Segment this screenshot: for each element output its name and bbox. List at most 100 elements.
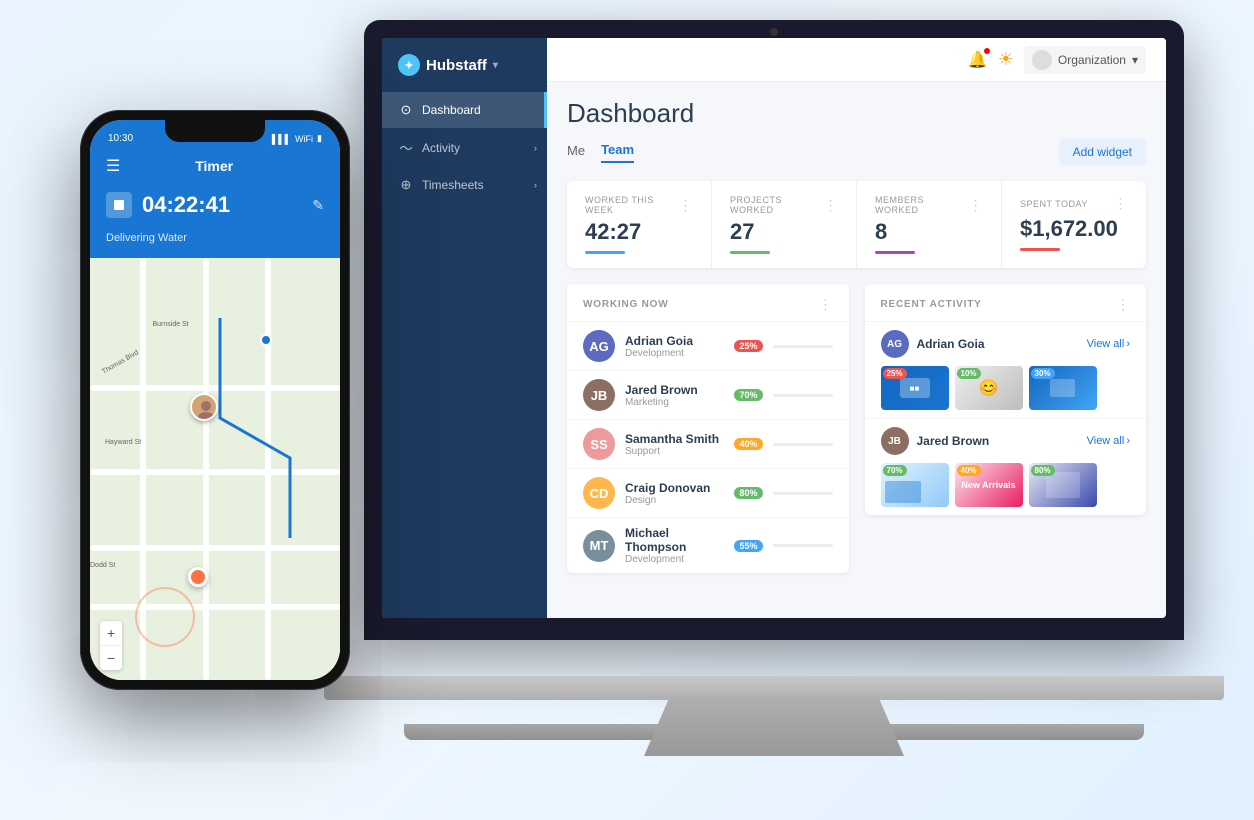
member-bar-3 (773, 492, 833, 495)
recent-activity-menu[interactable]: ⋮ (1116, 296, 1130, 313)
tab-me[interactable]: Me (567, 143, 585, 162)
phone-header: ☰ Timer (90, 148, 340, 186)
map-zoom-in[interactable]: + (100, 621, 122, 646)
phone-wifi-icon: WiFi (295, 134, 313, 144)
stat-menu-members[interactable]: ⋮ (969, 197, 984, 214)
thumb-badge-1-0: 70% (883, 465, 907, 476)
member-bar-2 (773, 443, 833, 446)
activity-person-1: JB Jared Brown View all › (865, 418, 1147, 515)
thumb-badge-1-1: 40% (957, 465, 981, 476)
member-info-3: Craig Donovan Design (625, 481, 724, 506)
member-role-4: Development (625, 554, 724, 565)
activity-icon: 〜 (398, 138, 414, 157)
thumb-badge-1-2: 80% (1031, 465, 1055, 476)
org-label: Organization (1058, 53, 1126, 67)
member-row-0: AG Adrian Goia Development 25% (567, 321, 849, 370)
member-info-1: Jared Brown Marketing (625, 383, 724, 408)
activity-thumb-1-0: 70% (881, 463, 949, 507)
working-now-header: WORKING NOW ⋮ (567, 284, 849, 321)
member-bar-1 (773, 394, 833, 397)
phone-edit-icon[interactable]: ✎ (312, 197, 324, 214)
stat-label-spent: SPENT TODAY ⋮ (1020, 195, 1128, 212)
sidebar-item-label-dashboard: Dashboard (422, 103, 481, 117)
activity-person-header-0: AG Adrian Goia View all › (881, 330, 1131, 358)
map-road-label-4: Dodd St (90, 562, 115, 569)
tab-team[interactable]: Team (601, 142, 634, 163)
activity-name-0: Adrian Goia (917, 337, 1079, 351)
member-role-2: Support (625, 446, 724, 457)
notification-icon[interactable]: 🔔 (968, 50, 988, 70)
sun-icon[interactable]: ☀ (998, 49, 1014, 70)
stat-menu-spent[interactable]: ⋮ (1114, 195, 1129, 212)
organization-selector[interactable]: Organization ▾ (1024, 46, 1146, 74)
activity-avatar-1: JB (881, 427, 909, 455)
member-name-3: Craig Donovan (625, 481, 724, 495)
thumb-badge-0-1: 10% (957, 368, 981, 379)
sidebar-logo-dropdown[interactable]: ▾ (493, 60, 498, 71)
stat-members-worked: MEMBERS WORKED ⋮ 8 (857, 181, 1002, 268)
member-info-2: Samantha Smith Support (625, 432, 724, 457)
activity-person-0: AG Adrian Goia View all › (865, 321, 1147, 418)
member-badge-1: 70% (734, 389, 762, 401)
laptop-camera (770, 28, 778, 36)
stat-menu-projects[interactable]: ⋮ (824, 197, 839, 214)
stat-menu-worked[interactable]: ⋮ (679, 197, 694, 214)
sidebar-item-dashboard[interactable]: ⊙ Dashboard (382, 92, 547, 128)
map-road-label-2: Burnside St (153, 321, 189, 328)
sidebar-item-activity[interactable]: 〜 Activity › (382, 128, 547, 167)
recent-activity-title: RECENT ACTIVITY (881, 299, 982, 310)
stat-value-members: 8 (875, 219, 983, 245)
phone-timer-section: 04:22:41 ✎ (90, 186, 340, 232)
laptop-bezel: ✦ Hubstaff ▾ ⊙ Dashboard 〜 Activity › ⊕ … (364, 20, 1184, 640)
activity-thumbnails-0: ■■ 25% 😊 (881, 366, 1131, 410)
member-bar-4 (773, 544, 833, 547)
view-all-1[interactable]: View all › (1087, 435, 1130, 447)
activity-thumb-0-2: 30% (1029, 366, 1097, 410)
phone-bezel: 10:30 ▌▌▌ WiFi ▮ ☰ Timer 04:22:41 ✎ (80, 110, 350, 690)
add-widget-button[interactable]: Add widget (1059, 139, 1146, 165)
phone-stop-button[interactable] (106, 192, 132, 218)
member-name-2: Samantha Smith (625, 432, 724, 446)
sidebar-logo-text: Hubstaff (426, 57, 487, 74)
member-avatar-4: MT (583, 530, 615, 562)
timesheets-icon: ⊕ (398, 177, 414, 193)
map-user-avatar (190, 393, 218, 421)
stat-value-spent: $1,672.00 (1020, 216, 1128, 242)
member-role-1: Marketing (625, 397, 724, 408)
phone-menu-icon[interactable]: ☰ (106, 156, 120, 176)
member-name-1: Jared Brown (625, 383, 724, 397)
stat-spent-today: SPENT TODAY ⋮ $1,672.00 (1002, 181, 1146, 268)
member-avatar-3: CD (583, 477, 615, 509)
notification-badge (984, 48, 990, 54)
sidebar: ✦ Hubstaff ▾ ⊙ Dashboard 〜 Activity › ⊕ … (382, 38, 547, 618)
activity-thumb-0-1: 😊 10% (955, 366, 1023, 410)
sidebar-logo: ✦ Hubstaff ▾ (382, 54, 547, 92)
working-now-menu[interactable]: ⋮ (819, 296, 833, 313)
phone-status-icons: ▌▌▌ WiFi ▮ (272, 133, 322, 144)
laptop-screen: ✦ Hubstaff ▾ ⊙ Dashboard 〜 Activity › ⊕ … (382, 38, 1166, 618)
member-badge-3: 80% (734, 487, 762, 499)
phone-map: Thomas Blvd Burnside St Hayward St Dodd … (90, 258, 340, 680)
stat-bar-projects (730, 251, 770, 254)
activity-name-1: Jared Brown (917, 434, 1079, 448)
stat-value-worked: 42:27 (585, 219, 693, 245)
activity-thumb-0-0: ■■ 25% (881, 366, 949, 410)
sidebar-item-label-activity: Activity (422, 141, 460, 155)
map-route-svg (90, 258, 340, 680)
stat-label-projects: PROJECTS WORKED ⋮ (730, 195, 838, 215)
phone-timer-value: 04:22:41 (142, 192, 302, 218)
activity-chevron-icon: › (534, 143, 537, 153)
map-zoom-out[interactable]: − (100, 646, 122, 670)
tabs: Me Team Add widget (567, 139, 1146, 165)
stat-projects-worked: PROJECTS WORKED ⋮ 27 (712, 181, 857, 268)
phone-notch (165, 120, 265, 142)
view-all-0[interactable]: View all › (1087, 338, 1130, 350)
map-location-dot (260, 334, 272, 346)
member-badge-2: 40% (734, 438, 762, 450)
timesheets-chevron-icon: › (534, 180, 537, 190)
phone-mockup: 10:30 ▌▌▌ WiFi ▮ ☰ Timer 04:22:41 ✎ (80, 110, 350, 690)
sidebar-item-timesheets[interactable]: ⊕ Timesheets › (382, 167, 547, 203)
map-road-label-3: Hayward St (105, 439, 141, 446)
member-row-3: CD Craig Donovan Design 80% (567, 468, 849, 517)
member-info-0: Adrian Goia Development (625, 334, 724, 359)
